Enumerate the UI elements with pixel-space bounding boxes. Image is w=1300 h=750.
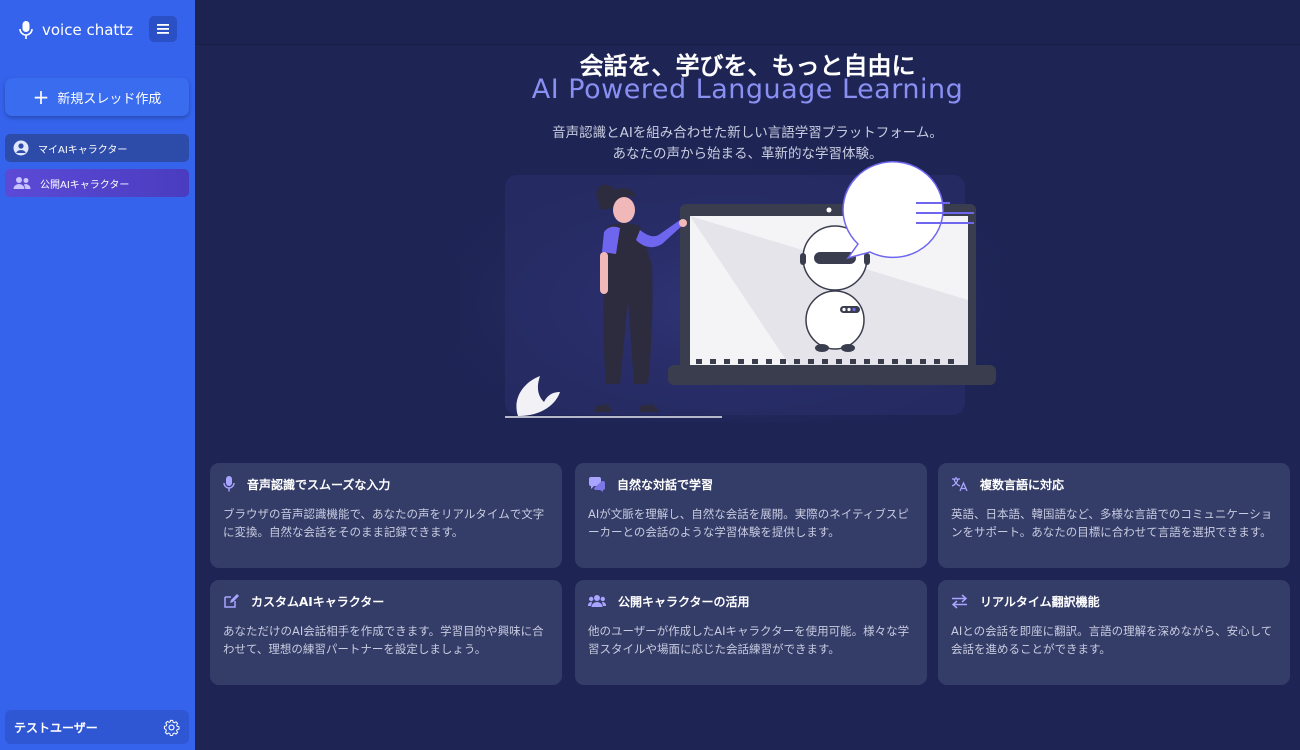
feature-card-voice-input: 音声認識でスムーズな入力 ブラウザの音声認識機能で、あなたの声をリアルタイムで文… xyxy=(210,463,562,568)
feature-card-custom-ai-character: カスタムAIキャラクター あなただけのAI会話相手を作成できます。学習目的や興味… xyxy=(210,580,562,685)
feature-description: AIが文脈を理解し、自然な会話を展開。実際のネイティブスピーカーとの会話のような… xyxy=(588,507,909,539)
swap-arrows-icon xyxy=(951,593,968,609)
feature-description: あなただけのAI会話相手を作成できます。学習目的や興味に合わせて、理想の練習パー… xyxy=(223,624,544,656)
brand[interactable]: voice chattz xyxy=(18,18,133,42)
top-bar xyxy=(195,0,1300,44)
new-thread-button[interactable]: + 新規スレッド作成 xyxy=(5,78,189,116)
sidebar: voice chattz + 新規スレッド作成 マイAIキャラクター 公開AIキ… xyxy=(0,0,195,750)
microphone-icon xyxy=(223,476,235,492)
chat-bubbles-icon xyxy=(589,476,605,492)
new-thread-label: 新規スレッド作成 xyxy=(57,91,162,107)
feature-description: 他のユーザーが作成したAIキャラクターを使用可能。様々な学習スタイルや場面に応じ… xyxy=(588,624,910,656)
feature-card-multi-language: 複数言語に対応 英語、日本語、韓国語など、多様な言語でのコミュニケーションをサポ… xyxy=(938,463,1290,568)
feature-description: AIとの会話を即座に翻訳。言語の理解を深めながら、安心して会話を進めることができ… xyxy=(951,624,1273,656)
feature-description: ブラウザの音声認識機能で、あなたの声をリアルタイムで文字に変換。自然な会話をその… xyxy=(223,507,545,539)
feature-title: リアルタイム翻訳機能 xyxy=(980,594,1100,609)
menu-toggle-button[interactable] xyxy=(149,16,177,42)
feature-card-natural-dialogue: 自然な対話で学習 AIが文脈を理解し、自然な会話を展開。実際のネイティブスピーカ… xyxy=(575,463,927,568)
user-circle-icon xyxy=(13,140,29,156)
users-icon xyxy=(13,177,31,189)
sidebar-item-public-ai-characters[interactable]: 公開AIキャラクター xyxy=(5,169,189,197)
feature-title: 複数言語に対応 xyxy=(980,477,1065,492)
feature-title: カスタムAIキャラクター xyxy=(251,594,385,609)
feature-title: 公開キャラクターの活用 xyxy=(618,594,750,609)
brand-name: voice chattz xyxy=(42,21,134,39)
hero-description-line: 音声認識とAIを組み合わせた新しい言語学習プラットフォーム。 xyxy=(552,125,943,141)
hero-description: 音声認識とAIを組み合わせた新しい言語学習プラットフォーム。 あなたの声から始ま… xyxy=(195,123,1300,165)
user-bar[interactable]: テストユーザー xyxy=(5,710,189,744)
feature-card-realtime-translation: リアルタイム翻訳機能 AIとの会話を即座に翻訳。言語の理解を深めながら、安心して… xyxy=(938,580,1290,685)
edit-icon xyxy=(224,594,239,608)
group-icon xyxy=(588,595,606,607)
sidebar-item-my-ai-characters[interactable]: マイAIキャラクター xyxy=(5,134,189,162)
hamburger-icon xyxy=(157,24,169,34)
sidebar-item-label: マイAIキャラクター xyxy=(38,144,128,156)
microphone-icon xyxy=(19,21,33,39)
feature-card-public-characters: 公開キャラクターの活用 他のユーザーが作成したAIキャラクターを使用可能。様々な… xyxy=(575,580,927,685)
gear-icon[interactable] xyxy=(163,719,180,736)
feature-title: 自然な対話で学習 xyxy=(617,477,714,492)
sidebar-item-label: 公開AIキャラクター xyxy=(40,179,130,191)
translate-icon xyxy=(951,477,968,492)
feature-title: 音声認識でスムーズな入力 xyxy=(247,477,391,492)
feature-description: 英語、日本語、韓国語など、多様な言語でのコミュニケーションをサポート。あなたの目… xyxy=(951,507,1273,539)
plus-icon: + xyxy=(32,85,50,109)
hero-illustration xyxy=(460,160,1000,422)
user-name: テストユーザー xyxy=(14,720,98,735)
hero-subtitle: AI Powered Language Learning xyxy=(531,74,964,105)
